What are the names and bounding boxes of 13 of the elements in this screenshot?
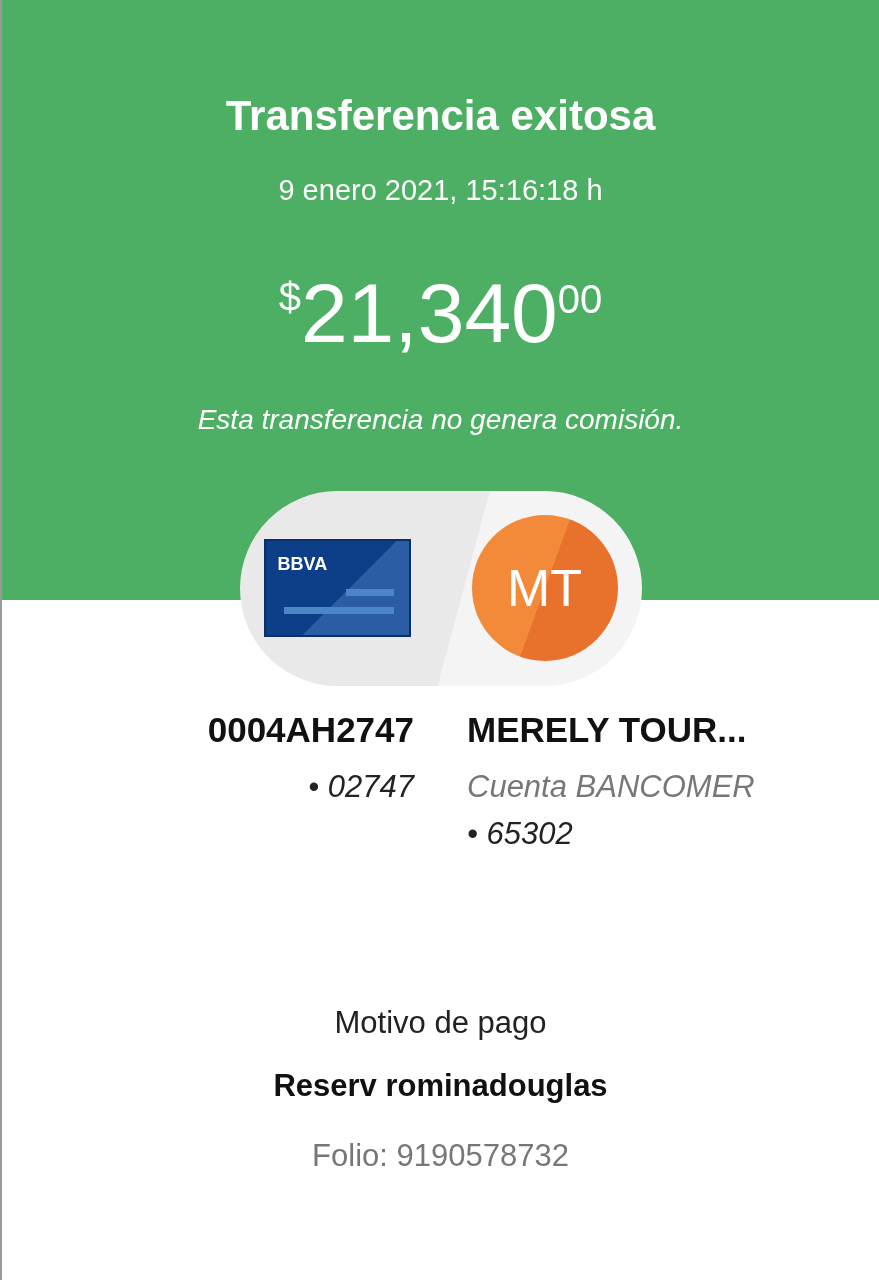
account-number: • 65302 [467, 814, 574, 853]
account-number: • 02747 [307, 768, 414, 806]
payment-reason: Reserv rominadouglas [272, 1066, 609, 1105]
screen-title: Transferencia exitosa [224, 91, 657, 141]
bank-card-icon: BBVA [263, 539, 411, 637]
account-name: MERELY TOUR... [467, 708, 748, 751]
payment-label: Motivo de pago [333, 1004, 548, 1042]
avatar: MT [471, 515, 618, 661]
folio-number: Folio: 9190578732 [311, 1137, 570, 1175]
commission-note: Esta transferencia no genera comisión. [196, 402, 685, 437]
account-name: 0004AH2747 [206, 708, 414, 751]
transfer-date: 9 enero 2021, 15:16:18 h [277, 173, 604, 208]
bank-name: Cuenta BANCOMER [467, 768, 756, 806]
